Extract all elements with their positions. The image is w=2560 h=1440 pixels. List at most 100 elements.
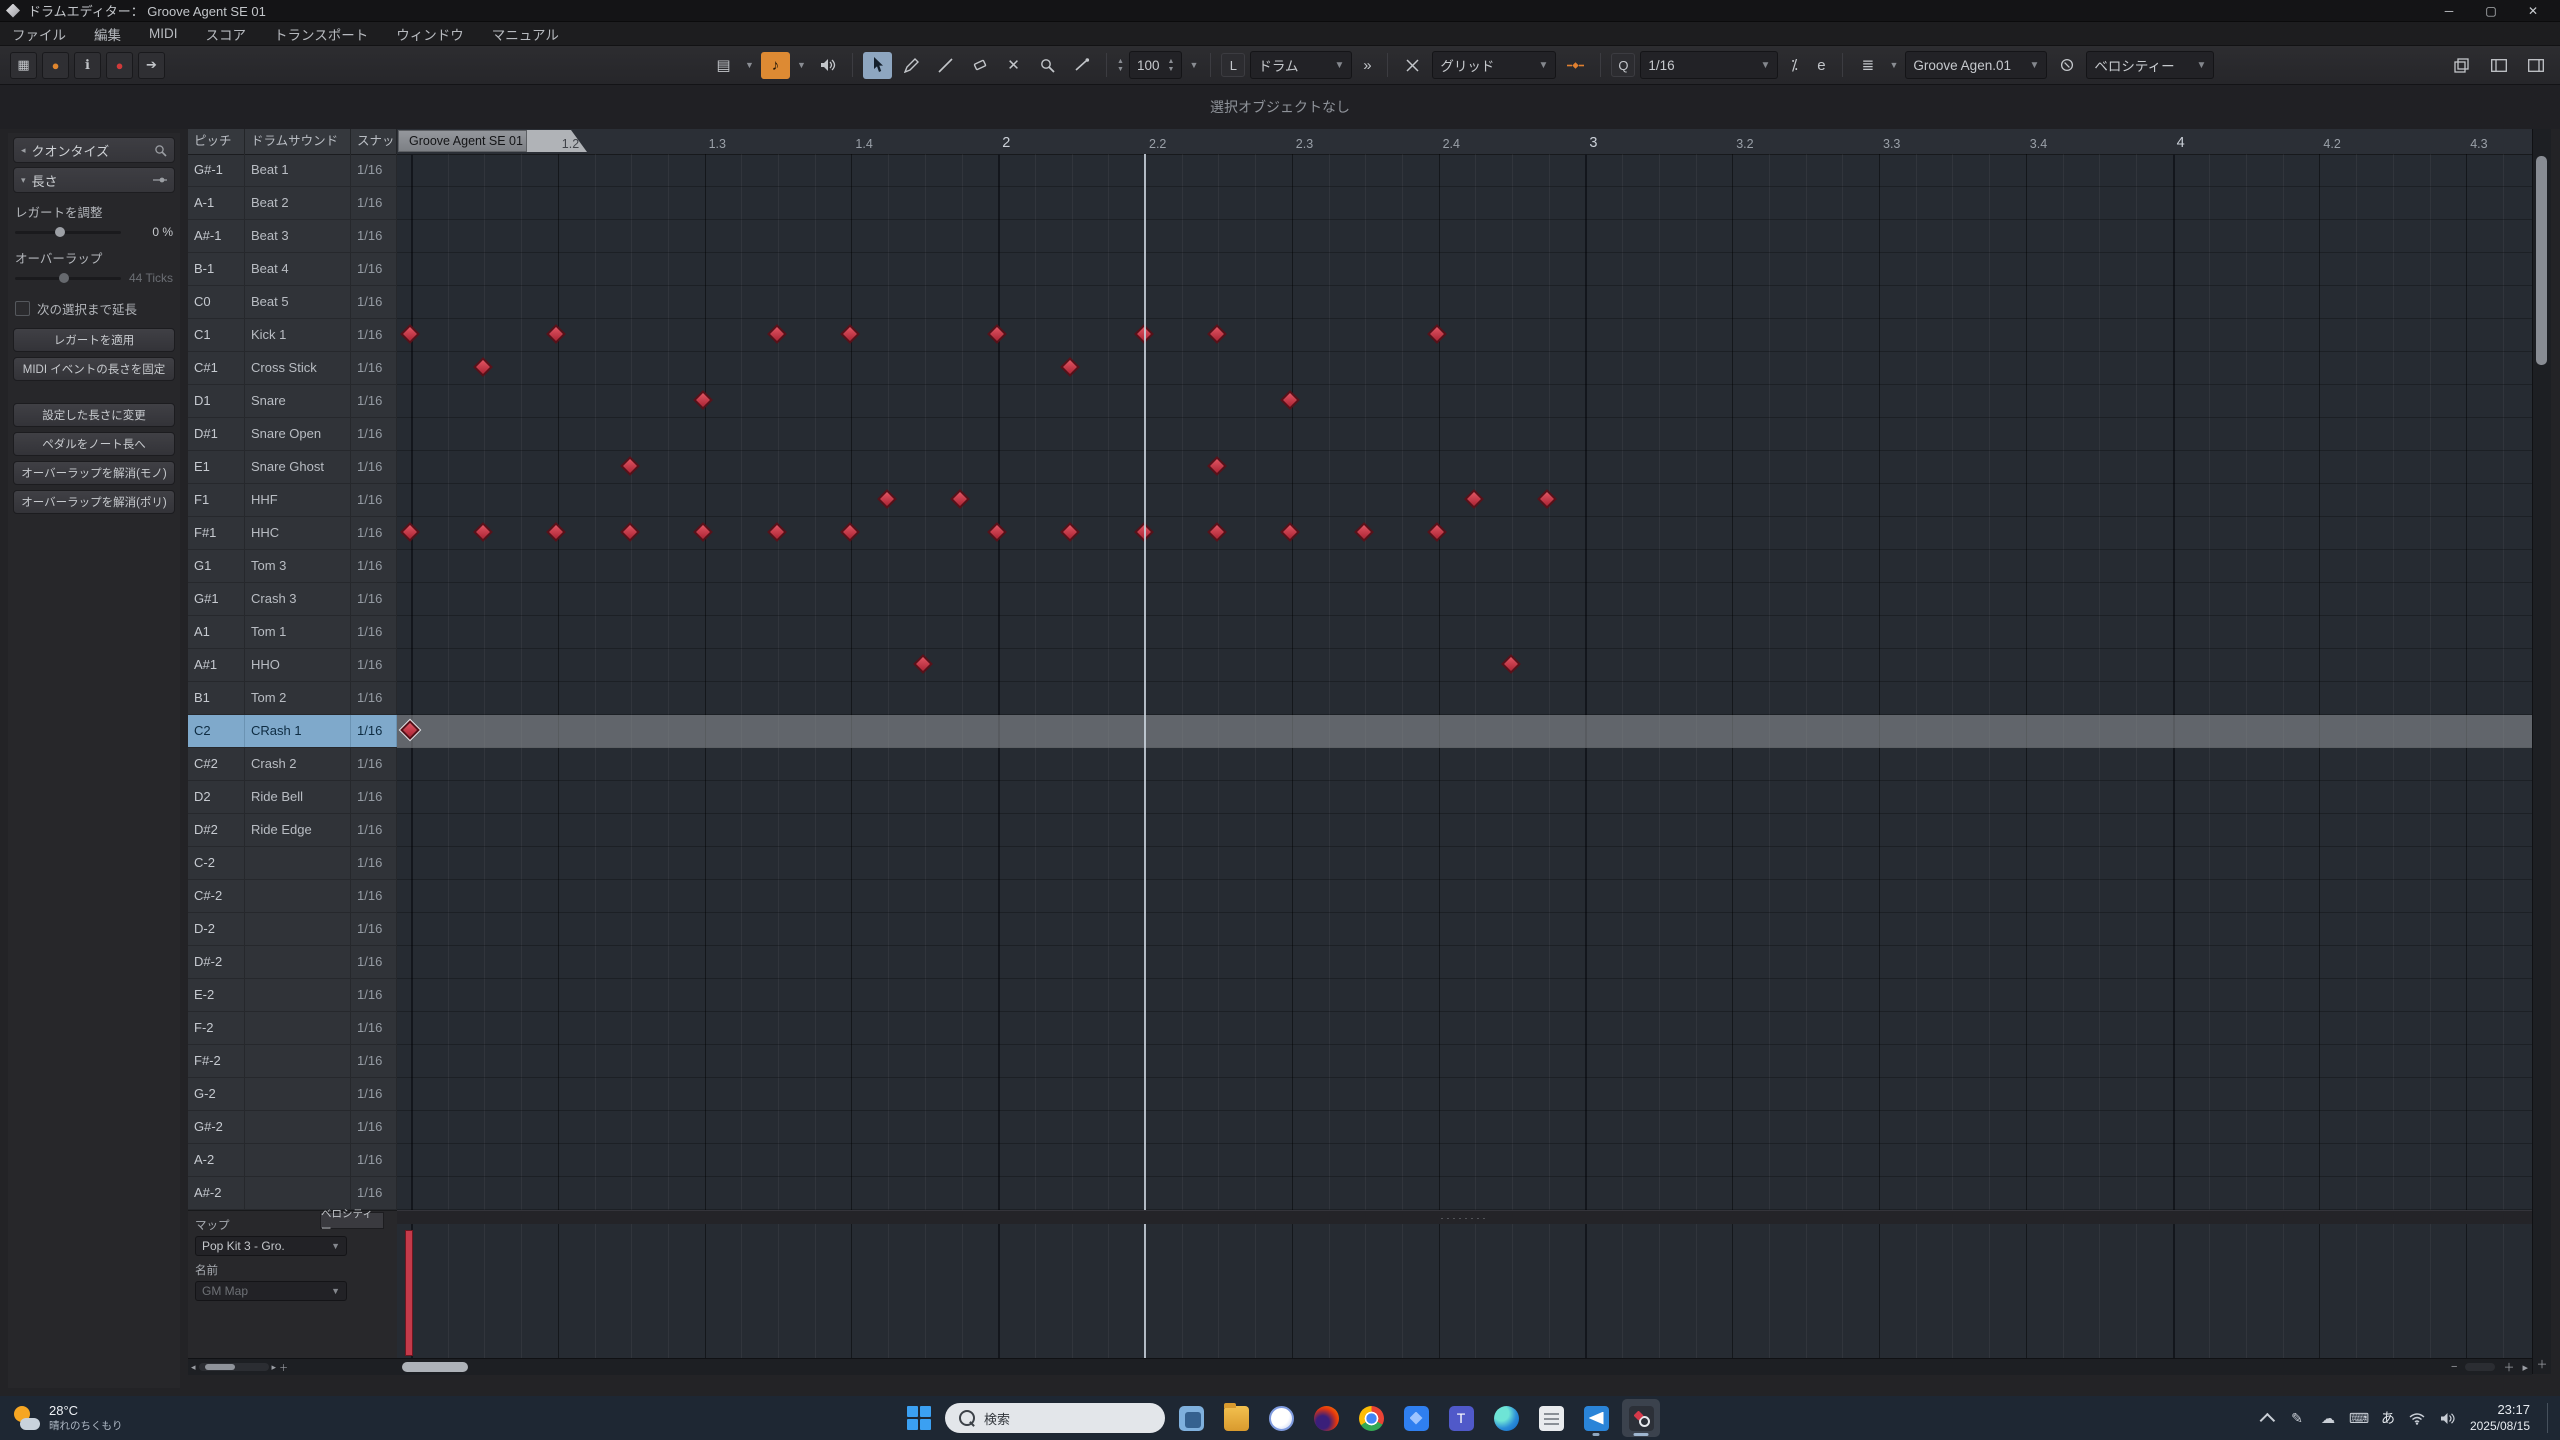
drum-row-D-2[interactable]: D-21/16 [188,913,397,946]
grid-horizontal-scrollbar[interactable]: − ＋ ▸ [397,1358,2532,1375]
grid-row-G#-1[interactable] [397,154,2532,187]
taskbar-copilot-button[interactable] [1262,1399,1300,1437]
taskbar-chrome-button[interactable] [1352,1399,1390,1437]
select-tool-button[interactable] [863,52,892,79]
grid-type-dropdown[interactable]: グリッド▼ [1432,51,1556,79]
show-desktop-button[interactable] [2547,1403,2552,1433]
scroll-right-icon[interactable]: ▸ [272,1362,277,1373]
zoom-tool-button[interactable] [1033,52,1062,79]
note-grid[interactable] [397,154,2532,1210]
menu-item-トランスポート[interactable]: トランスポート [274,24,368,44]
drum-row-G#-1[interactable]: G#-1Beat 11/16 [188,154,397,187]
velocity-stepper[interactable]: ▲▼ [1167,58,1174,73]
grid-row-F-2[interactable] [397,1012,2532,1045]
drum-row-F#1[interactable]: F#1HHC1/16 [188,517,397,550]
mode-dropdown[interactable]: ドラム▼ [1250,51,1352,79]
drum-row-F#-2[interactable]: F#-21/16 [188,1045,397,1078]
snap-toggle-icon[interactable] [1398,52,1427,79]
taskbar-firefox-button[interactable] [1307,1399,1345,1437]
drum-row-A-1[interactable]: A-1Beat 21/16 [188,187,397,220]
tray-volume-icon[interactable] [2439,1412,2457,1425]
grid-row-D1[interactable] [397,385,2532,418]
grid-row-F1[interactable] [397,484,2532,517]
minimize-button[interactable]: ─ [2428,0,2470,21]
record-in-editor-button[interactable]: ● [106,52,133,79]
taskbar-teams-button[interactable] [1442,1399,1480,1437]
part-tab[interactable]: Groove Agent SE 01 [398,130,587,152]
close-button[interactable]: ✕ [2512,0,2554,21]
drum-map-dropdown[interactable]: Pop Kit 3 - Gro.▼ [195,1236,347,1256]
drum-row-C2[interactable]: C2CRash 11/16 [188,715,397,748]
tray-chevron-up-icon[interactable] [2260,1412,2276,1428]
drum-row-B-1[interactable]: B-1Beat 41/16 [188,253,397,286]
menu-item-編集[interactable]: 編集 [94,24,121,44]
taskbar-photos-button[interactable] [1397,1399,1435,1437]
quantize-preset-dropdown[interactable]: 1/16▼ [1640,51,1778,79]
part-selector-dropdown[interactable]: Groove Agen.01▼ [1905,51,2047,79]
vertical-scroll-thumb[interactable] [2536,156,2547,365]
grid-row-E1[interactable] [397,451,2532,484]
drum-row-A-2[interactable]: A-21/16 [188,1144,397,1177]
grid-row-C#2[interactable] [397,748,2532,781]
drum-row-C#-2[interactable]: C#-21/16 [188,880,397,913]
zoom-out-icon[interactable]: − [2451,1361,2457,1373]
event-colors-icon[interactable]: ≣ [1853,52,1882,79]
grid-row-G-2[interactable] [397,1078,2532,1111]
grid-row-C#1[interactable] [397,352,2532,385]
grid-row-A-2[interactable] [397,1144,2532,1177]
snap-type-icon[interactable] [1561,52,1590,79]
draw-tool-button[interactable] [897,52,926,79]
menu-item-ウィンドウ[interactable]: ウィンドウ [396,24,464,44]
controller-lane-label[interactable]: ベロシティー [320,1212,384,1229]
grid-row-C-2[interactable] [397,847,2532,880]
drum-row-C#2[interactable]: C#2Crash 21/16 [188,748,397,781]
velocity-lane[interactable] [397,1224,2532,1359]
part-name-label[interactable]: Groove Agent SE 01 [398,130,527,152]
inspector-button-1[interactable]: レガートを適用 [13,328,175,352]
drum-row-C0[interactable]: C0Beat 51/16 [188,286,397,319]
length-letter-badge[interactable]: L [1221,53,1245,77]
vertical-zoom-icon[interactable]: ＋ [2533,1356,2551,1372]
insert-velocity-value[interactable]: 100 ▲▼ [1129,51,1182,79]
grid-scroll-thumb[interactable] [402,1362,468,1372]
tray-wifi-icon[interactable] [2408,1412,2426,1425]
drum-row-D#2[interactable]: D#2Ride Edge1/16 [188,814,397,847]
velocity-bar[interactable] [405,1230,413,1356]
inspector-button-2[interactable]: MIDI イベントの長さを固定 [13,357,175,381]
insert-velocity-caret[interactable]: ▼ [1187,52,1200,79]
grid-row-A1[interactable] [397,616,2532,649]
list-scroll-thumb[interactable] [205,1364,235,1370]
grid-row-D-2[interactable] [397,913,2532,946]
grid-row-F#-2[interactable] [397,1045,2532,1078]
tray-pen-icon[interactable]: ✎ [2288,1410,2306,1427]
drum-row-G#1[interactable]: G#1Crash 31/16 [188,583,397,616]
taskbar-clock[interactable]: 23:172025/08/15 [2470,1402,2530,1434]
drum-row-A#1[interactable]: A#1HHO1/16 [188,649,397,682]
grid-row-A-1[interactable] [397,187,2532,220]
menu-item-スコア[interactable]: スコア [206,24,247,44]
event-colors-caret[interactable]: ▼ [1887,52,1900,79]
tray-keyboard-icon[interactable]: ⌨ [2350,1410,2368,1427]
drum-row-F-2[interactable]: F-21/16 [188,1012,397,1045]
grid-row-E-2[interactable] [397,979,2532,1012]
menu-item-MIDI[interactable]: MIDI [149,26,178,41]
taskbar-start-button[interactable] [900,1399,938,1437]
length-section-header[interactable]: ▾ 長さ [13,167,175,193]
quantize-section-header[interactable]: ◂ クオンタイズ [13,137,175,163]
drum-row-E1[interactable]: E1Snare Ghost1/16 [188,451,397,484]
taskbar-cubase-button[interactable] [1622,1399,1660,1437]
maximize-button[interactable]: ▢ [2470,0,2512,21]
taskbar-search-box[interactable]: 検索 [945,1403,1165,1433]
drum-row-E-2[interactable]: E-21/16 [188,979,397,1012]
drum-row-C#1[interactable]: C#1Cross Stick1/16 [188,352,397,385]
mute-tool-button[interactable]: ✕ [999,52,1028,79]
grid-row-C#-2[interactable] [397,880,2532,913]
taskbar-task-view-button[interactable] [1172,1399,1210,1437]
zoom-in-icon[interactable]: ＋ [2503,1359,2514,1375]
grid-row-G#1[interactable] [397,583,2532,616]
editor-display-caret[interactable]: ▼ [743,52,756,79]
ime-mode-indicator[interactable]: あ [2381,1408,2395,1428]
drum-row-G#-2[interactable]: G#-21/16 [188,1111,397,1144]
grid-row-B-1[interactable] [397,253,2532,286]
pitch-column-header[interactable]: ピッチ [188,129,245,154]
